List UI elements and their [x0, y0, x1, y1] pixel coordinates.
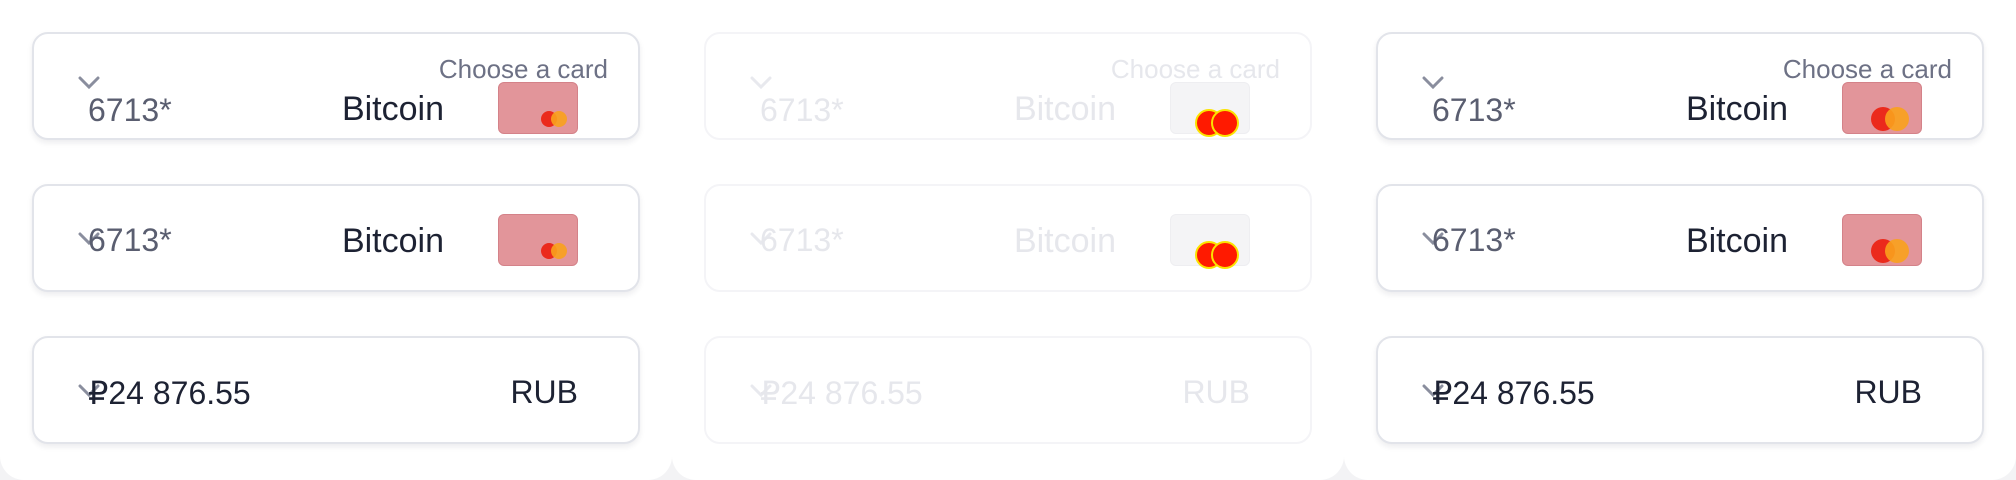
currency-name: Bitcoin: [1685, 222, 1788, 260]
card-thumbnail: [1842, 214, 1922, 266]
currency-name: Bitcoin: [341, 222, 444, 260]
card-number: 6713*: [760, 92, 844, 128]
amount-field[interactable]: ₽24 876.55 RUB: [1376, 336, 1984, 444]
card-number: 6713*: [1432, 92, 1516, 128]
currency-name: Bitcoin: [341, 90, 444, 128]
card-number: 6713*: [88, 222, 172, 258]
card-thumbnail: [498, 214, 578, 266]
choose-card-label: Choose a card: [438, 54, 608, 84]
card-select-field-labeled-disabled: Choose a card 6713* Bitcoin: [704, 32, 1312, 140]
choose-card-label: Choose a card: [1782, 54, 1952, 84]
currency-name: Bitcoin: [1685, 90, 1788, 128]
card-number: 6713*: [1432, 222, 1516, 258]
amount-field[interactable]: ₽24 876.55 RUB: [32, 336, 640, 444]
card-select-field[interactable]: 6713* Bitcoin: [32, 184, 640, 292]
card-thumbnail: [1842, 82, 1922, 134]
card-select-field-labeled[interactable]: Choose a card 6713* Bitcoin: [1376, 32, 1984, 140]
variant-disabled-column: Choose a card 6713* Bitcoin 6713* Bitcoi…: [672, 0, 1344, 480]
amount-value: ₽24 876.55: [88, 375, 251, 411]
card-select-field-labeled[interactable]: Choose a card 6713* Bitcoin: [32, 32, 640, 140]
mastercard-icon: [1195, 241, 1239, 269]
amount-field-disabled: ₽24 876.55 RUB: [704, 336, 1312, 444]
currency-code: RUB: [1854, 374, 1922, 410]
mastercard-icon: [541, 243, 569, 259]
mastercard-icon: [1871, 239, 1911, 263]
mastercard-icon: [1195, 109, 1239, 137]
currency-code: RUB: [510, 374, 578, 410]
currency-name: Bitcoin: [1013, 222, 1116, 260]
amount-value: ₽24 876.55: [1432, 375, 1595, 411]
card-number: 6713*: [88, 92, 172, 128]
card-number: 6713*: [760, 222, 844, 258]
currency-name: Bitcoin: [1013, 90, 1116, 128]
variant-default-column: Choose a card 6713* Bitcoin 6713* Bitcoi…: [0, 0, 672, 480]
chevron-down-icon[interactable]: [1422, 76, 1444, 90]
card-thumbnail: [1170, 82, 1250, 137]
variant-large-icon-column: Choose a card 6713* Bitcoin 6713* Bitcoi…: [1344, 0, 2016, 480]
card-select-field-disabled: 6713* Bitcoin: [704, 184, 1312, 292]
amount-value: ₽24 876.55: [760, 375, 923, 411]
chevron-down-icon: [750, 76, 772, 90]
mastercard-icon: [1871, 107, 1911, 131]
choose-card-label: Choose a card: [1110, 54, 1280, 84]
card-thumbnail: [1170, 214, 1250, 269]
card-select-field[interactable]: 6713* Bitcoin: [1376, 184, 1984, 292]
card-thumbnail: [498, 82, 578, 134]
mastercard-icon: [541, 111, 569, 127]
currency-code: RUB: [1182, 374, 1250, 410]
chevron-down-icon[interactable]: [78, 76, 100, 90]
